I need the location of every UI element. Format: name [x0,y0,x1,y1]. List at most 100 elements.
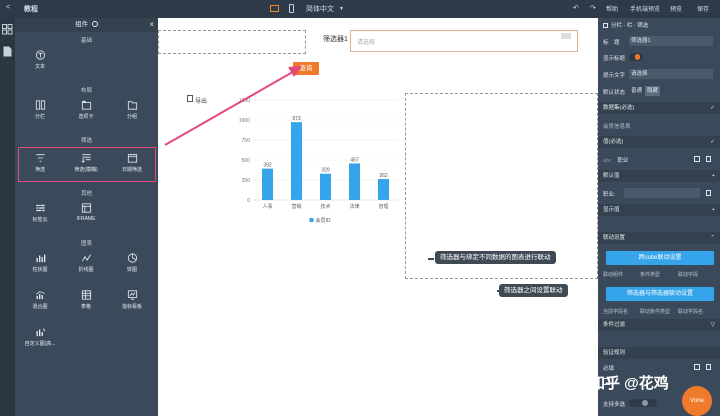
component-mixed-chart[interactable]: 混合图 [20,286,60,316]
condition-filter-section: 条件过滤 ▽ [598,319,720,331]
mixed-chart-icon [35,291,45,300]
save-link[interactable]: 保存 [697,4,709,13]
delete-field-icon[interactable] [706,156,711,162]
expand-icon[interactable] [603,23,608,29]
x-tick-label: 人事 [262,203,272,210]
y-tick-label: 750 [242,138,251,144]
delete-icon[interactable] [706,190,711,196]
components-icon[interactable] [2,24,13,35]
delete-icon[interactable] [706,364,711,370]
hint-input[interactable]: 请选择 [629,69,713,79]
filter-link-button[interactable]: 筛选器与筛选器联动设置 [606,287,714,301]
kpi-board-icon [127,290,137,300]
data-label: 329 [321,168,330,174]
filter-select-placeholder: 请选择 [357,40,376,46]
pie-chart-icon [127,253,137,263]
desktop-view-icon[interactable] [270,5,279,12]
table-icon [81,290,91,300]
default-value-input[interactable] [624,188,700,198]
page-icon[interactable] [3,46,12,57]
y-tick-label: 250 [242,178,251,184]
add-icon[interactable]: + [712,170,715,182]
section-other-label: 其他 [80,191,92,197]
x-tick-label: 技术 [320,203,330,210]
default-value-row: 职业: [598,188,720,198]
filter-select-handle[interactable] [561,33,571,39]
dataset-section: 数据集(必选) ✓ [598,102,720,114]
help-link[interactable]: 帮助 [606,4,618,13]
multi-select-toggle[interactable] [629,399,657,407]
default-value-section: 默认值 + [598,170,720,182]
component-date-filter[interactable]: 日期筛选 [112,149,152,179]
component-custom-chart[interactable]: 自定义图(高... [20,323,60,353]
done-button[interactable]: Vone [682,386,712,416]
component-bar-chart[interactable]: 柱状图 [20,249,60,279]
bar-chart: 0 250 500 750 1000 1250 392 人事 973 营销 329 技术 457 法律 26… [239,98,398,224]
edit-icon[interactable]: ✓ [710,102,715,114]
x-tick-label: 法律 [349,203,359,210]
filter-icon[interactable]: ▽ [711,319,715,331]
help-circle-icon[interactable] [91,21,98,28]
component-group[interactable]: 分组 [112,96,152,126]
state-hidden-option[interactable]: 隐藏 [645,86,661,96]
data-label: 973 [292,116,301,122]
calendar-icon [127,153,137,163]
redo-icon[interactable]: ↷ [590,4,596,12]
component-kpi-board[interactable]: 指标看板 [112,286,152,316]
bar-chart-icon [36,254,45,263]
top-bar: < 教程 简体中文 ▼ ↶ ↷ 帮助 手机端预览 预览 保存 [0,0,720,18]
component-tag-cloud[interactable]: 标签云 [20,199,60,229]
left-rail [0,18,15,416]
link-columns-1: 联动组件 条件类型 联动字段 [603,272,699,278]
state-normal-option[interactable]: 普通 [629,86,644,96]
y-tick-label: 1250 [239,98,250,104]
title-input[interactable]: 筛选器1 [629,36,713,46]
component-tabs[interactable]: 选项卡 [66,96,106,126]
edit-icon[interactable] [694,364,700,370]
x-tick-label: 营销 [291,203,301,210]
export-icon[interactable] [187,95,193,102]
export-label[interactable]: 导出 [195,96,207,105]
required-row: 必填 [598,364,720,372]
app-title: 教程 [24,6,38,13]
edit-icon[interactable]: ✓ [710,136,715,148]
component-text[interactable]: 文本 [20,46,60,76]
properties-panel: 分栏 · 栏 · 筛选 标 题 筛选器1 显示标题 提示文字 请选择 默认状态 … [598,18,720,416]
dataset-value[interactable]: 会员信息表 [598,122,720,130]
close-icon[interactable]: × [149,18,154,32]
columns-icon [35,100,45,110]
watermark: 知乎 @花鸡 [590,375,669,392]
data-label: 262 [379,173,388,179]
design-canvas[interactable]: 筛选器1 请选择 查询 导出 0 250 500 750 1000 1250 392 人事 97… [158,18,598,416]
y-tick-label: 1000 [239,118,250,124]
x-tick-label: 管理 [378,203,388,210]
mobile-view-icon[interactable] [289,4,294,13]
filter-select[interactable]: 请选择 [350,30,578,52]
collapse-icon[interactable]: ⌃ [710,232,715,244]
value-field-row: abc 职业 [598,156,720,164]
filter-icon [35,154,45,162]
component-columns[interactable]: 分栏 [20,96,60,126]
component-iframe[interactable]: IFRAME [66,199,106,229]
add-icon[interactable]: + [712,204,715,216]
cross-cube-link-button[interactable]: 跨cube联动设置 [606,251,714,265]
show-title-toggle[interactable] [629,53,643,61]
mobile-preview-link[interactable]: 手机端预览 [630,4,660,13]
component-fuzzy-filter[interactable]: 筛选(模糊) [66,149,106,179]
line-chart-icon [81,254,91,262]
left-column-placeholder[interactable] [158,30,306,54]
language-select[interactable]: 简体中文 [306,4,334,14]
component-line-chart[interactable]: 折线图 [66,249,106,279]
back-button[interactable]: < [6,4,10,11]
section-layout-label: 布局 [80,88,92,94]
query-button[interactable]: 查询 [293,62,319,75]
undo-icon[interactable]: ↶ [573,4,579,12]
edit-field-icon[interactable] [694,156,700,162]
components-panel: 组件 × 基础 文本 布局 分栏 选项卡 分组 筛选 筛选 筛选(模糊) 日期筛… [15,18,158,416]
component-pie-chart[interactable]: 饼图 [112,249,152,279]
component-table[interactable]: 表格 [66,286,106,316]
preview-link[interactable]: 预览 [670,4,682,13]
link-columns-2: 当前字段名 联动条件类型 联动字段名 [603,309,704,315]
component-filter[interactable]: 筛选 [20,149,60,179]
display-value-section: 显示值 + [598,204,720,216]
